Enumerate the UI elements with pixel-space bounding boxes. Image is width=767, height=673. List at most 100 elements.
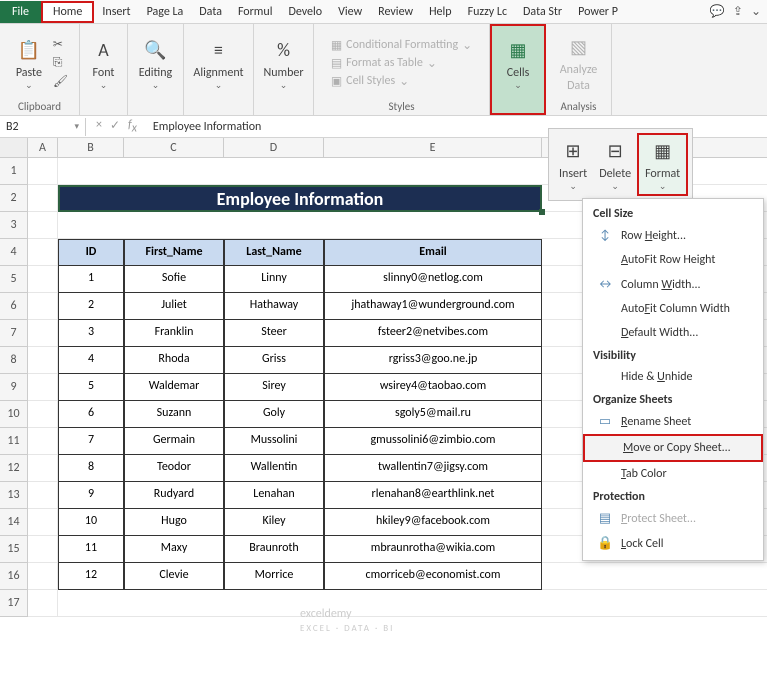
col-A[interactable]: A [28,138,58,157]
row-header[interactable]: 5 [0,266,28,293]
col-C[interactable]: C [124,138,224,157]
chevron-down-icon[interactable]: ⌄ [751,4,761,19]
table-cell[interactable]: Franklin [124,320,224,347]
format-painter-icon[interactable]: 🖌 [53,74,68,89]
tab-help[interactable]: Help [421,1,460,23]
menu-lock-cell[interactable]: 🔒Lock Cell [583,531,763,556]
menu-tab-color[interactable]: Tab Color [583,462,763,486]
cell-styles-button[interactable]: ▣ Cell Styles ⌄ [331,74,472,89]
row-header[interactable]: 11 [0,428,28,455]
table-cell[interactable]: 12 [58,563,124,590]
table-cell[interactable]: Maxy [124,536,224,563]
table-header-cell[interactable]: Last_Name [224,239,324,266]
table-cell[interactable]: Suzann [124,401,224,428]
table-cell[interactable]: 4 [58,347,124,374]
table-cell[interactable]: Lenahan [224,482,324,509]
chevron-down-icon[interactable]: ▾ [74,121,79,132]
row-header[interactable]: 1 [0,158,28,185]
table-cell[interactable]: cmorriceb@economist.com [324,563,542,590]
table-cell[interactable]: Germain [124,428,224,455]
table-cell[interactable]: 6 [58,401,124,428]
paste-button[interactable]: 📋 Paste ⌄ [11,34,47,93]
row-header[interactable]: 3 [0,212,28,239]
menu-rename-sheet[interactable]: ▭Rename Sheet [583,409,763,434]
table-cell[interactable]: Mussolini [224,428,324,455]
comments-icon[interactable]: 💬 [710,4,725,19]
table-cell[interactable]: twallentin7@jigsy.com [324,455,542,482]
table-cell[interactable]: 11 [58,536,124,563]
format-as-table-button[interactable]: ▤ Format as Table ⌄ [331,56,472,71]
menu-hide-unhide[interactable]: Hide & Unhide [583,365,763,389]
table-cell[interactable]: slinny0@netlog.com [324,266,542,293]
table-cell[interactable]: 9 [58,482,124,509]
table-cell[interactable]: Sirey [224,374,324,401]
table-cell[interactable]: rgriss3@goo.ne.jp [324,347,542,374]
row-header[interactable]: 2 [0,185,28,212]
table-cell[interactable]: Teodor [124,455,224,482]
menu-move-copy-sheet[interactable]: Move or Copy Sheet... [583,434,763,462]
enter-fx-icon[interactable]: ✓ [110,118,120,135]
menu-column-width[interactable]: ↔Column Width... [583,272,763,297]
tab-formulas[interactable]: Formul [230,1,281,23]
table-header-cell[interactable]: ID [58,239,124,266]
row-header[interactable]: 4 [0,239,28,266]
tab-pagelayout[interactable]: Page La [139,1,192,23]
row-header[interactable]: 16 [0,563,28,590]
table-cell[interactable]: gmussolini6@zimbio.com [324,428,542,455]
selection-handle[interactable] [539,209,545,215]
table-cell[interactable]: 2 [58,293,124,320]
table-cell[interactable]: mbraunrotha@wikia.com [324,536,542,563]
row-header[interactable]: 7 [0,320,28,347]
table-cell[interactable]: jhathaway1@wunderground.com [324,293,542,320]
row-header[interactable]: 17 [0,590,28,617]
table-cell[interactable]: Sofie [124,266,224,293]
editing-button[interactable]: 🔍Editing⌄ [135,34,176,93]
select-all[interactable] [0,138,28,157]
cells-button[interactable]: ▦Cells⌄ [500,34,536,93]
table-cell[interactable]: Waldemar [124,374,224,401]
menu-autofit-col[interactable]: AutoFit Column Width [583,297,763,321]
tab-developer[interactable]: Develo [280,1,330,23]
table-cell[interactable]: Linny [224,266,324,293]
menu-protect-sheet[interactable]: ▤Protect Sheet... [583,506,763,531]
table-cell[interactable]: Kiley [224,509,324,536]
tab-fuzzy[interactable]: Fuzzy Lc [460,1,515,23]
name-box[interactable]: B2▾ [0,118,86,136]
table-cell[interactable]: Griss [224,347,324,374]
table-cell[interactable]: Juliet [124,293,224,320]
delete-cells-button[interactable]: ⊟Delete⌄ [593,133,637,196]
table-cell[interactable]: Braunroth [224,536,324,563]
table-cell[interactable]: Rudyard [124,482,224,509]
menu-row-height[interactable]: ↕Row Height... [583,223,763,248]
table-cell[interactable]: 10 [58,509,124,536]
tab-review[interactable]: Review [370,1,421,23]
table-cell[interactable]: sgoly5@mail.ru [324,401,542,428]
col-E[interactable]: E [324,138,542,157]
copy-icon[interactable]: ⎘ [53,56,68,70]
alignment-button[interactable]: ≡Alignment⌄ [189,34,247,93]
table-cell[interactable]: 7 [58,428,124,455]
row-header[interactable]: 14 [0,509,28,536]
cut-icon[interactable]: ✂ [53,37,68,52]
table-cell[interactable]: hkiley9@facebook.com [324,509,542,536]
tab-view[interactable]: View [330,1,370,23]
table-cell[interactable]: Hathaway [224,293,324,320]
row-header[interactable]: 12 [0,455,28,482]
table-cell[interactable]: 3 [58,320,124,347]
table-cell[interactable]: Wallentin [224,455,324,482]
table-cell[interactable]: 5 [58,374,124,401]
table-cell[interactable]: Clevie [124,563,224,590]
table-cell[interactable]: fsteer2@netvibes.com [324,320,542,347]
row-header[interactable]: 8 [0,347,28,374]
table-cell[interactable]: Morrice [224,563,324,590]
font-button[interactable]: AFont⌄ [86,34,122,93]
table-cell[interactable]: Rhoda [124,347,224,374]
table-cell[interactable]: Steer [224,320,324,347]
row-header[interactable]: 6 [0,293,28,320]
table-cell[interactable]: wsirey4@taobao.com [324,374,542,401]
row-header[interactable]: 13 [0,482,28,509]
row-header[interactable]: 10 [0,401,28,428]
table-cell[interactable]: Hugo [124,509,224,536]
cancel-fx-icon[interactable]: × [96,118,102,135]
conditional-formatting-button[interactable]: ▦ Conditional Formatting ⌄ [331,38,472,53]
